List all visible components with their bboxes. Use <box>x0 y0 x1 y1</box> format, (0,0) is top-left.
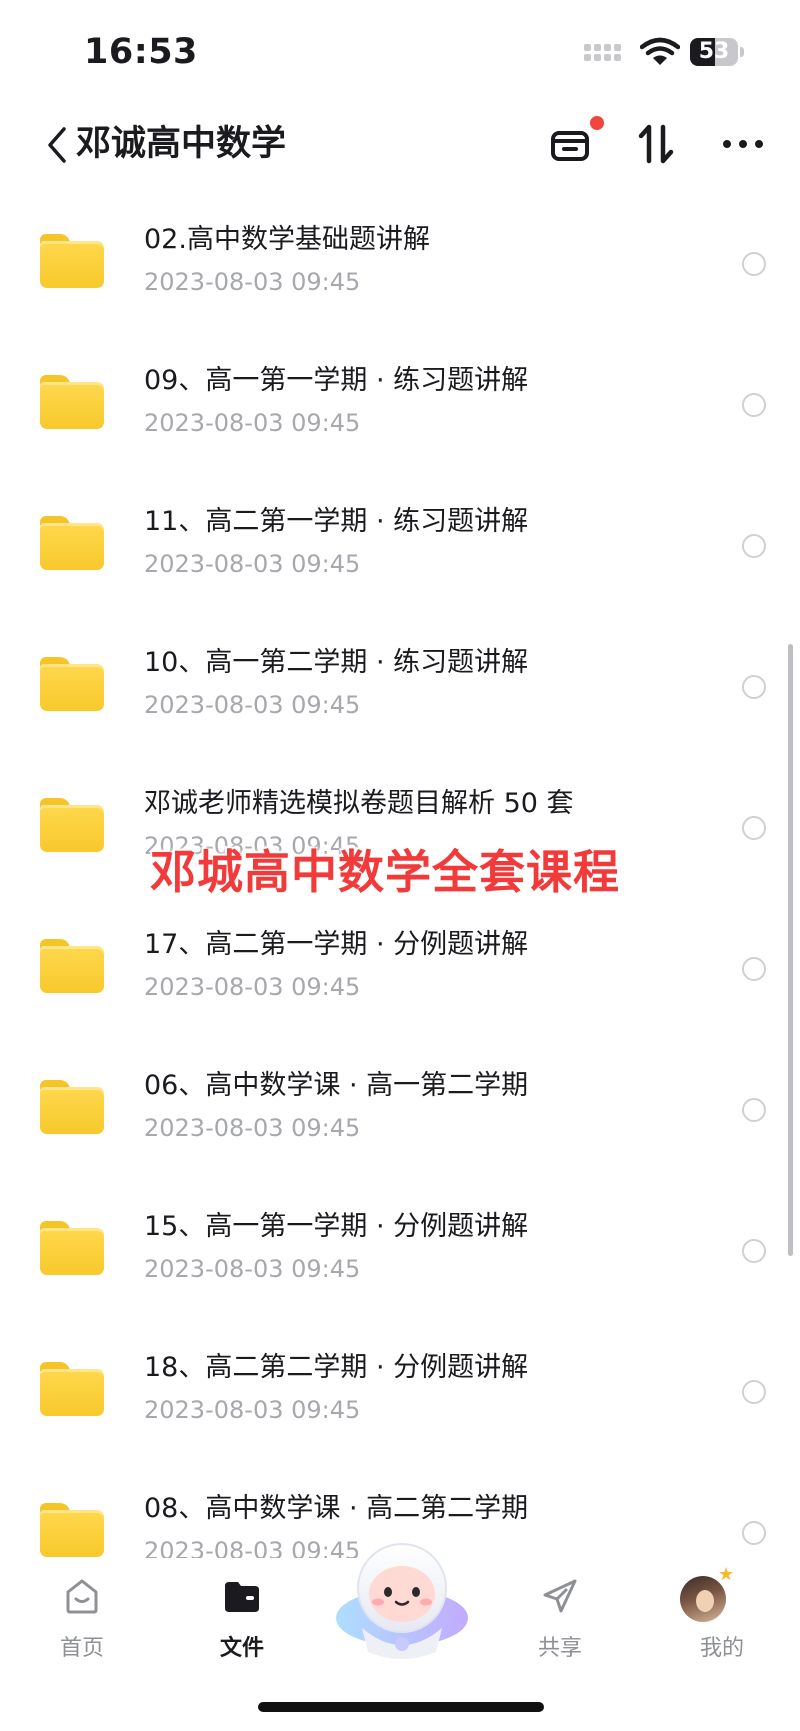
folder-name: 06、高中数学课 · 高一第二学期 <box>144 1070 529 1101</box>
folder-row[interactable]: 17、高二第一学期 · 分例题讲解 2023-08-03 09:45 <box>0 901 800 1042</box>
folder-date: 2023-08-03 09:45 <box>144 268 361 296</box>
select-radio[interactable] <box>742 393 766 417</box>
select-radio[interactable] <box>742 1380 766 1404</box>
select-radio[interactable] <box>742 816 766 840</box>
status-time: 16:53 <box>84 32 198 72</box>
select-radio[interactable] <box>742 675 766 699</box>
folder-row[interactable]: 15、高一第一学期 · 分例题讲解 2023-08-03 09:45 <box>0 1183 800 1324</box>
folder-icon <box>40 1221 104 1275</box>
folder-name: 08、高中数学课 · 高二第二学期 <box>144 1493 529 1524</box>
folder-name: 15、高一第一学期 · 分例题讲解 <box>144 1211 529 1242</box>
folder-icon <box>40 798 104 852</box>
folder-name: 10、高一第二学期 · 练习题讲解 <box>144 647 529 678</box>
folder-date: 2023-08-03 09:45 <box>144 973 361 1001</box>
tab-files-label: 文件 <box>219 1636 264 1661</box>
folder-icon <box>40 234 104 288</box>
share-paper-plane-icon <box>543 1579 577 1613</box>
select-radio[interactable] <box>742 1239 766 1263</box>
home-icon <box>66 1579 98 1614</box>
folder-row[interactable]: 11、高二第一学期 · 练习题讲解 2023-08-03 09:45 <box>0 478 800 619</box>
status-bar: 16:53 53 <box>0 0 800 105</box>
back-chevron-icon[interactable] <box>44 123 70 167</box>
cellular-signal-icon <box>584 44 628 64</box>
folder-row[interactable]: 09、高一第一学期 · 练习题讲解 2023-08-03 09:45 <box>0 337 800 478</box>
top-bar: 邓诚高中数学 <box>0 105 800 195</box>
battery-icon: 53 <box>690 38 744 68</box>
folder-row[interactable]: 06、高中数学课 · 高一第二学期 2023-08-03 09:45 <box>0 1042 800 1183</box>
star-badge-icon: ★ <box>718 1564 735 1585</box>
folder-icon <box>40 657 104 711</box>
folder-icon <box>40 939 104 993</box>
folder-tab-icon <box>225 1582 259 1612</box>
folder-name: 18、高二第二学期 · 分例题讲解 <box>144 1352 529 1383</box>
tab-share-label: 共享 <box>537 1636 582 1661</box>
folder-icon <box>40 1080 104 1134</box>
folder-name: 邓诚老师精选模拟卷题目解析 50 套 <box>144 788 574 819</box>
more-options-icon[interactable] <box>718 119 768 169</box>
page-title: 邓诚高中数学 <box>76 124 287 164</box>
mascot-assistant-button[interactable] <box>328 1532 476 1662</box>
sort-icon[interactable] <box>632 119 682 169</box>
tab-share[interactable]: 共享 <box>500 1558 620 1668</box>
folder-name: 17、高二第一学期 · 分例题讲解 <box>144 929 529 960</box>
tab-home-label: 首页 <box>59 1636 104 1661</box>
watermark-overlay: 邓城高中数学全套课程 <box>150 845 620 899</box>
transfer-box-icon[interactable] <box>546 119 596 169</box>
select-radio[interactable] <box>742 1098 766 1122</box>
tab-files[interactable]: 文件 <box>182 1558 302 1668</box>
folder-date: 2023-08-03 09:45 <box>144 1396 361 1424</box>
notification-badge-dot <box>590 116 604 130</box>
folder-row[interactable]: 10、高一第二学期 · 练习题讲解 2023-08-03 09:45 <box>0 619 800 760</box>
list-scrollbar[interactable] <box>788 644 793 1256</box>
select-radio[interactable] <box>742 534 766 558</box>
select-radio[interactable] <box>742 252 766 276</box>
folder-icon <box>40 1503 104 1557</box>
tab-mine-label: 我的 <box>699 1636 744 1661</box>
wifi-icon <box>640 37 680 65</box>
folder-date: 2023-08-03 09:45 <box>144 1114 361 1142</box>
folder-icon <box>40 1362 104 1416</box>
folder-name: 11、高二第一学期 · 练习题讲解 <box>144 506 529 537</box>
select-radio[interactable] <box>742 1521 766 1545</box>
folder-row[interactable]: 02.高中数学基础题讲解 2023-08-03 09:45 <box>0 196 800 337</box>
folder-row[interactable]: 18、高二第二学期 · 分例题讲解 2023-08-03 09:45 <box>0 1324 800 1465</box>
select-radio[interactable] <box>742 957 766 981</box>
tab-home[interactable]: 首页 <box>22 1558 142 1668</box>
tab-mine[interactable]: ★ 我的 <box>662 1558 782 1668</box>
home-indicator <box>258 1702 544 1712</box>
battery-percent: 53 <box>698 39 730 64</box>
folder-name: 02.高中数学基础题讲解 <box>144 224 430 255</box>
folder-date: 2023-08-03 09:45 <box>144 691 361 719</box>
folder-name: 09、高一第一学期 · 练习题讲解 <box>144 365 529 396</box>
folder-icon <box>40 375 104 429</box>
folder-date: 2023-08-03 09:45 <box>144 409 361 437</box>
folder-date: 2023-08-03 09:45 <box>144 1255 361 1283</box>
folder-icon <box>40 516 104 570</box>
folder-date: 2023-08-03 09:45 <box>144 550 361 578</box>
